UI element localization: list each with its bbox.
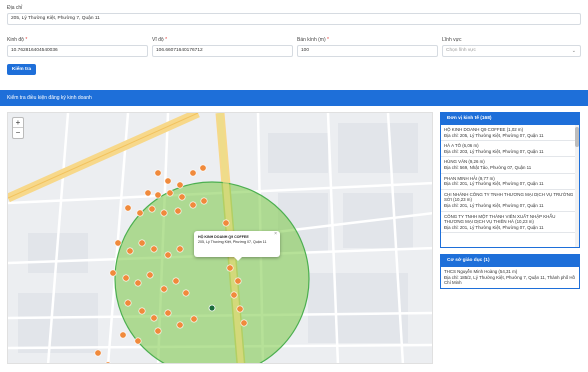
business-popup: × HỘ KINH DOANH Q9 COFFEE 205, Lý Thường…: [194, 231, 280, 261]
field-select[interactable]: Chọn lĩnh vực ⌄: [442, 45, 581, 57]
map-marker: [136, 209, 144, 217]
map-marker: [236, 305, 244, 313]
zoom-out-button[interactable]: −: [13, 128, 23, 138]
list-item[interactable]: THCS Nguyễn Minh Hoàng (54,31 m) Địa chỉ:…: [441, 267, 579, 288]
lng-label: Kinh độ *: [7, 37, 28, 43]
map-marker: [174, 207, 182, 215]
list-item[interactable]: CÔNG TY TNHH MỘT THÀNH VIÊN XUẤT NHẬP KH…: [441, 212, 579, 234]
map-marker: [160, 285, 168, 293]
map-marker: [189, 201, 197, 209]
map-marker: [150, 245, 158, 253]
map-marker: [176, 245, 184, 253]
map-marker: [144, 189, 152, 197]
map-marker: [176, 181, 184, 189]
map-marker: [124, 204, 132, 212]
address-label: Địa chỉ: [7, 5, 23, 11]
section-title: Kiểm tra điều kiện đăng ký kinh doanh: [0, 90, 588, 106]
popup-address: 205, Lý Thường Kiệt, Phường 07, Quận 11: [198, 240, 267, 244]
map-marker: [154, 169, 162, 177]
map-marker: [172, 277, 180, 285]
search-form: Địa chỉ 205, Lý Thường Kiệt, Phường 7, Q…: [0, 0, 588, 80]
map-marker: [166, 189, 174, 197]
map-marker: [189, 169, 197, 177]
list-item[interactable]: HỘ KINH DOANH Q9 COFFEE (1,02 m) Địa chỉ:…: [441, 125, 579, 142]
economic-units-panel: Đơn vị kinh tế (168) HỘ KINH DOANH Q9 CO…: [440, 112, 580, 248]
map-marker: [176, 321, 184, 329]
result-sidebar: Đơn vị kinh tế (168) HỘ KINH DOANH Q9 CO…: [440, 112, 580, 295]
map-marker: [178, 193, 186, 201]
education-panel: Cơ sở giáo dục (1) THCS Nguyễn Minh Hoàn…: [440, 254, 580, 289]
map-marker: [160, 209, 168, 217]
map-marker: [150, 314, 158, 322]
map-marker: [230, 291, 238, 299]
zoom-control: + −: [12, 117, 24, 139]
education-title: Cơ sở giáo dục (1): [441, 255, 579, 267]
map-marker: [138, 307, 146, 315]
check-button[interactable]: Kiểm tra: [7, 64, 36, 75]
map-marker: [124, 299, 132, 307]
map-marker: [226, 264, 234, 272]
map-view[interactable]: + − × HỘ KINH DOANH Q9 COFFEE 205, Lý Th…: [7, 112, 433, 364]
address-input[interactable]: 205, Lý Thường Kiệt, Phường 7, Quận 11: [7, 13, 581, 25]
lat-input[interactable]: 106.66071640176712: [152, 45, 293, 57]
map-marker: [164, 309, 172, 317]
economic-units-title: Đơn vị kinh tế (168): [441, 113, 579, 125]
radius-label: Bán kính (m) *: [297, 37, 329, 43]
economic-units-list[interactable]: HỘ KINH DOANH Q9 COFFEE (1,02 m) Địa chỉ:…: [441, 125, 579, 247]
map-marker: [154, 191, 162, 199]
chevron-down-icon: ⌄: [571, 48, 576, 54]
list-item[interactable]: HÙNG VĂN (9,26 m) Địa chỉ: 569, Nhật Tảo,…: [441, 157, 579, 174]
list-scrollbar[interactable]: [575, 125, 579, 247]
map-marker: [240, 319, 248, 327]
field-select-placeholder: Chọn lĩnh vực: [446, 48, 476, 53]
map-marker: [146, 271, 154, 279]
scrollbar-thumb[interactable]: [575, 127, 579, 147]
radius-circle: [114, 181, 310, 363]
map-marker: [148, 205, 156, 213]
map-marker: [138, 239, 146, 247]
map-marker: [122, 274, 130, 282]
map-marker: [200, 197, 208, 205]
map-marker: [234, 277, 242, 285]
map-marker: [119, 331, 127, 339]
list-item[interactable]: PHAN MINH HẢI (9,77 m) Địa chỉ: 201, Lý T…: [441, 174, 579, 190]
map-marker: [164, 177, 172, 185]
lng-input[interactable]: 10.762816404540036: [7, 45, 148, 57]
center-marker: [208, 304, 216, 312]
list-item[interactable]: HÀ A TÔ (6,06 m) Địa chỉ: 203, Lý Thường …: [441, 141, 579, 158]
map-marker: [222, 219, 230, 227]
lat-label: Vĩ độ *: [152, 37, 168, 43]
map-marker: [134, 279, 142, 287]
map-marker: [182, 289, 190, 297]
popup-close-icon[interactable]: ×: [274, 232, 277, 237]
list-item[interactable]: CHI NHÁNH CÔNG TY TNHH THƯƠNG MẠI DỊCH V…: [441, 190, 579, 212]
map-marker: [164, 251, 172, 259]
map-marker: [190, 315, 198, 323]
map-marker: [126, 247, 134, 255]
map-marker: [94, 349, 102, 357]
map-marker: [134, 337, 142, 345]
map-marker: [114, 239, 122, 247]
zoom-in-button[interactable]: +: [13, 118, 23, 128]
map-marker: [199, 164, 207, 172]
map-marker: [109, 269, 117, 277]
map-marker: [154, 327, 162, 335]
radius-input[interactable]: 100: [297, 45, 438, 57]
field-label: Lĩnh vực: [442, 37, 462, 43]
